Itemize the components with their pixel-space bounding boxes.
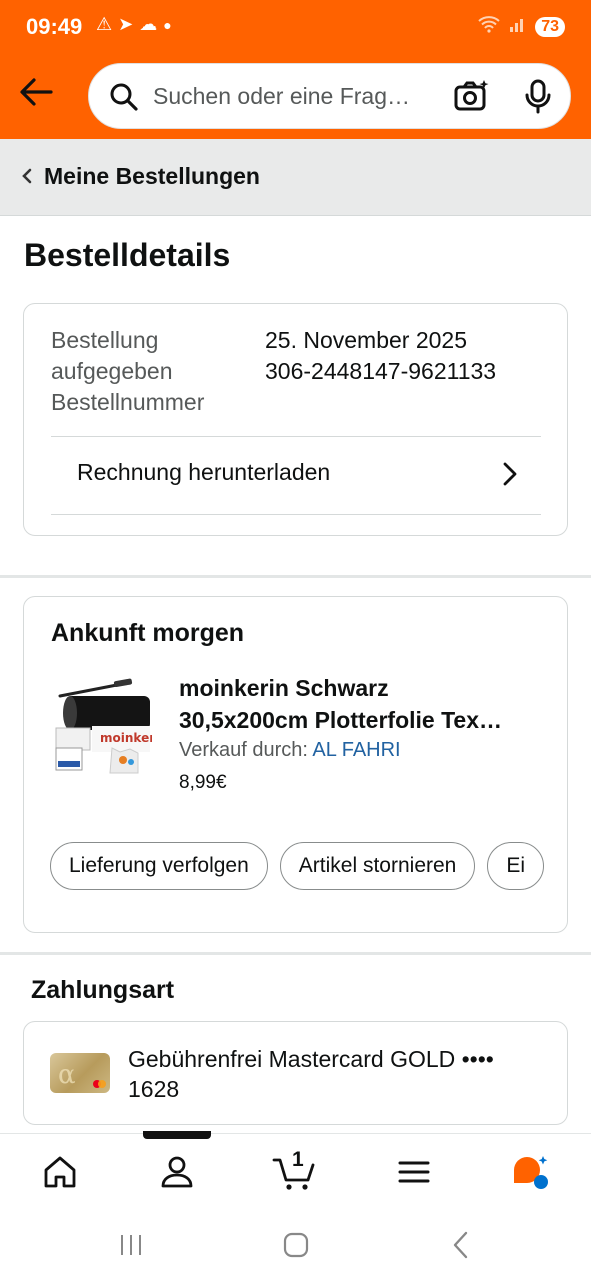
order-placed-label-line1: Bestellung: [51, 327, 159, 353]
order-number-label: Bestellnummer: [51, 389, 205, 415]
payment-card-line1: Gebührenfrei Mastercard GOLD ••••: [128, 1046, 494, 1072]
divider: [51, 514, 541, 515]
status-system-icons: 73: [477, 14, 565, 39]
search-input[interactable]: Suchen oder eine Frag…: [153, 83, 433, 110]
product-title-line1[interactable]: moinkerin Schwarz: [179, 672, 539, 704]
product-title-line2[interactable]: 30,5x200cm Plotterfolie Tex…: [179, 704, 539, 736]
search-icon: [110, 83, 138, 111]
cloud-icon: ☁: [139, 14, 158, 34]
breadcrumb-label[interactable]: Meine Bestellungen: [44, 163, 260, 190]
chevron-right-icon[interactable]: [500, 461, 520, 487]
telegram-icon: ➤: [118, 14, 134, 34]
home-button-icon[interactable]: [282, 1231, 310, 1259]
order-date-value: 25. November 2025: [265, 327, 468, 353]
section-divider: [0, 575, 591, 578]
status-notification-icons: ⚠ ➤ ☁ ●: [96, 14, 172, 35]
cancel-item-button[interactable]: Artikel stornieren: [279, 842, 476, 890]
credit-card-image: α: [50, 1053, 110, 1093]
order-placed-label-line2: aufgegeben: [51, 358, 173, 384]
more-action-button[interactable]: Ei: [487, 842, 545, 890]
system-navigation-bar: [0, 1212, 591, 1280]
product-title[interactable]: moinkerin Schwarz 30,5x200cm Plotterfoli…: [179, 672, 539, 736]
status-time: 09:49: [26, 14, 83, 39]
page-title: Bestelldetails: [24, 237, 231, 273]
product-image[interactable]: moinkerin: [52, 678, 168, 774]
svg-text:α: α: [58, 1060, 76, 1090]
system-back-icon[interactable]: [450, 1230, 472, 1260]
arrow-left-icon: [20, 78, 53, 106]
seller-info: Verkauf durch: AL FAHRI: [179, 739, 401, 762]
product-brand-text: moinkerin: [100, 731, 152, 745]
shipment-status-title: Ankunft morgen: [51, 619, 245, 647]
order-placed-label: Bestellung aufgegeben Bestellnummer: [51, 325, 204, 418]
back-button[interactable]: [18, 72, 54, 112]
download-invoice-label[interactable]: Rechnung herunterladen: [77, 459, 330, 486]
payment-method-text: Gebührenfrei Mastercard GOLD •••• 1628: [128, 1044, 538, 1104]
rufus-icon[interactable]: [510, 1152, 550, 1192]
section-divider: [0, 952, 591, 955]
search-bar[interactable]: Suchen oder eine Frag…: [88, 63, 571, 129]
account-icon[interactable]: [157, 1152, 197, 1192]
order-actions-scroller[interactable]: Lieferung verfolgen Artikel stornieren Ei: [50, 842, 548, 892]
warning-icon: ⚠: [96, 14, 113, 34]
product-price: 8,99€: [179, 772, 227, 793]
battery-indicator: 73: [535, 16, 565, 37]
track-delivery-button[interactable]: Lieferung verfolgen: [50, 842, 268, 890]
payment-section-title: Zahlungsart: [31, 976, 175, 1004]
recent-apps-icon[interactable]: [118, 1232, 144, 1258]
menu-icon[interactable]: [394, 1152, 434, 1192]
cart-count: 1: [292, 1148, 304, 1171]
microphone-icon[interactable]: [523, 79, 553, 115]
breadcrumb[interactable]: Meine Bestellungen: [0, 139, 591, 216]
camera-search-icon[interactable]: [453, 79, 489, 113]
home-icon[interactable]: [40, 1152, 80, 1192]
seller-prefix: Verkauf durch:: [179, 739, 308, 761]
dot-icon: ●: [163, 16, 172, 33]
selected-tab-indicator: [143, 1131, 211, 1139]
order-number-value: 306-2448147-9621133: [265, 358, 497, 384]
wifi-icon: [477, 14, 501, 39]
payment-card-line2: 1628: [128, 1076, 180, 1102]
bottom-navigation: 1: [0, 1133, 591, 1212]
chevron-left-icon: [22, 168, 32, 184]
signal-icon: [509, 15, 527, 38]
seller-link[interactable]: AL FAHRI: [312, 739, 400, 761]
